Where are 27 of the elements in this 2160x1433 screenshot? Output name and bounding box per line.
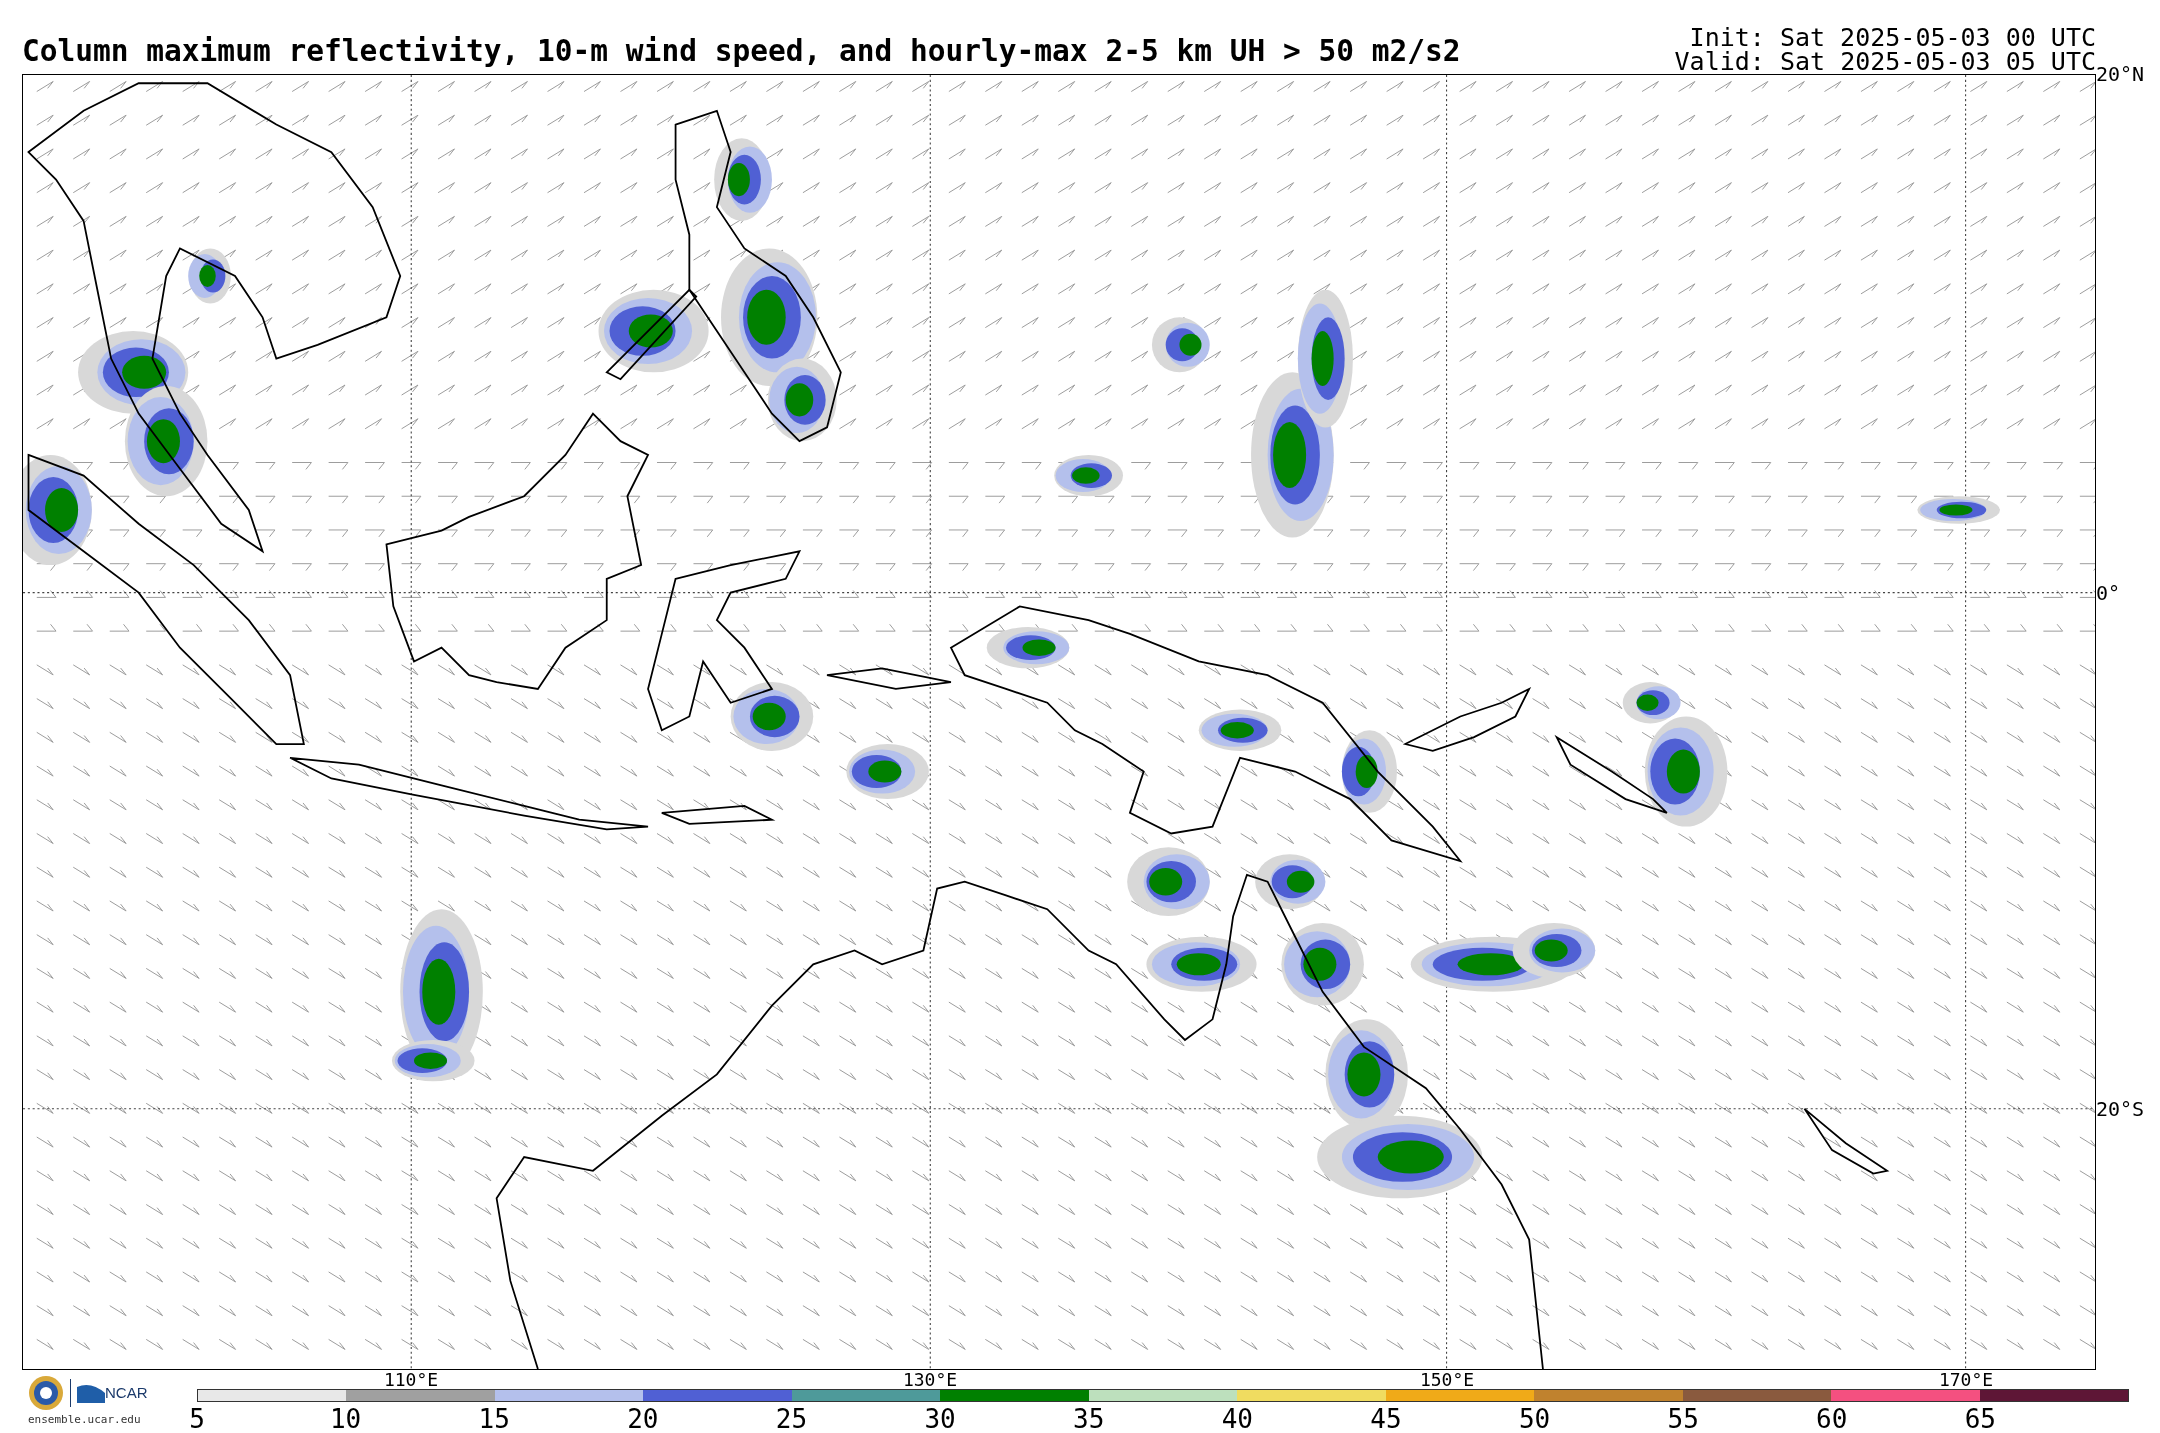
longitude-label: 150°E (1419, 1371, 1475, 1389)
latitude-label: 20°N (2096, 64, 2145, 84)
latitude-label: 20°S (2096, 1099, 2145, 1119)
scale-tick-label: 40 (1221, 1406, 1253, 1432)
latitude-label: 0° (2096, 583, 2121, 603)
scale-tick-label: 50 (1518, 1406, 1551, 1432)
seal-icon (28, 1375, 64, 1411)
longitude-label: 170°E (1938, 1371, 1994, 1389)
ncar-logo-icon (77, 1383, 105, 1403)
chart-title: Column maximum reflectivity, 10-m wind speed, and hourly-max 2-5 km UH > 50 m2/s2 (22, 36, 1461, 70)
site-url: ensemble.ucar.edu (28, 1412, 141, 1428)
scale-tick-label: 65 (1964, 1406, 1997, 1432)
scale-tick-label: 20 (627, 1406, 659, 1432)
longitude-label: 130°E (902, 1371, 958, 1389)
scale-tick-label: 30 (924, 1406, 956, 1432)
scale-tick-label: 60 (1816, 1406, 1848, 1432)
scale-tick-label: 55 (1667, 1406, 1699, 1432)
scale-tick-label: 45 (1370, 1406, 1402, 1432)
valid-time: Valid: Sat 2025-05-03 05 UTC (1674, 50, 2096, 74)
longitude-label: 110°E (383, 1371, 439, 1389)
scale-tick-label: 15 (478, 1406, 510, 1432)
scale-tick-label: 5 (189, 1406, 205, 1432)
scale-tick-label: 25 (775, 1406, 808, 1432)
scale-tick-label: 10 (329, 1406, 362, 1432)
init-time: Init: Sat 2025-05-03 00 UTC (1689, 26, 2096, 50)
scale-tick-label: 35 (1073, 1406, 1105, 1432)
ncar-logo-text: NCAR (105, 1382, 148, 1403)
